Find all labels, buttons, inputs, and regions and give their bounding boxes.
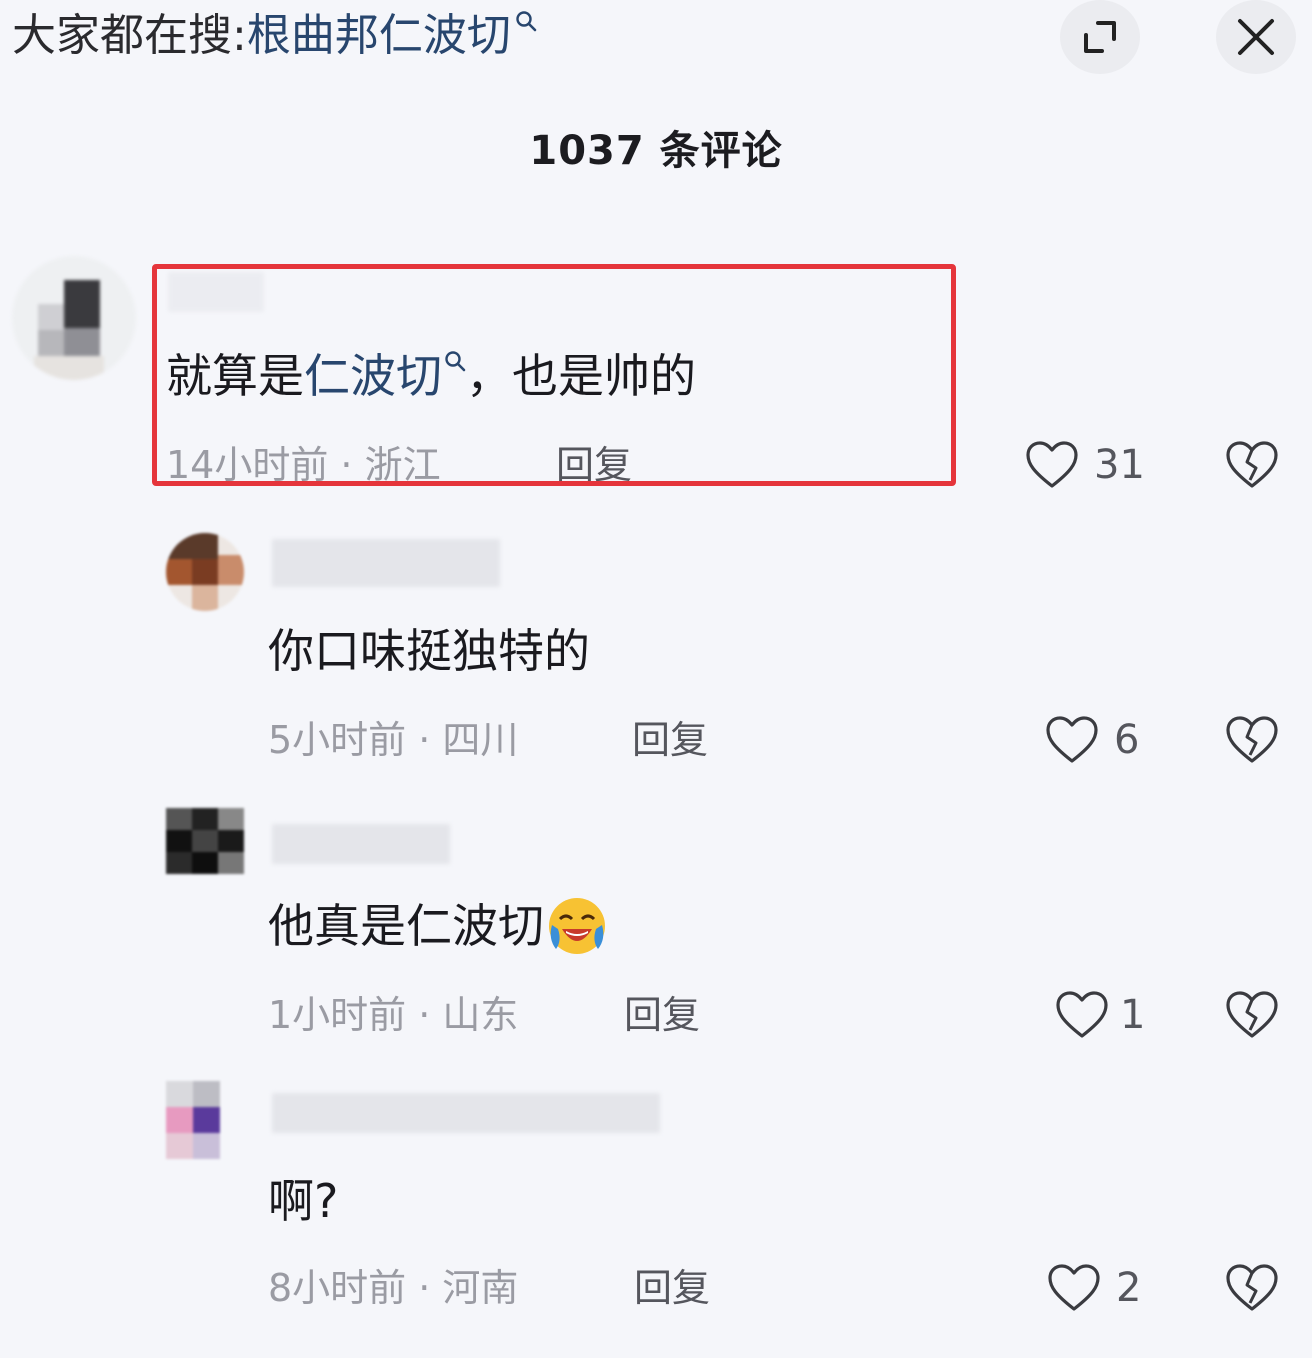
search-suggestion[interactable]: 大家都在搜:根曲邦仁波切 (12, 8, 537, 64)
expand-icon (1084, 21, 1116, 53)
top-bar: 大家都在搜:根曲邦仁波切 (0, 0, 1312, 80)
comment-meta: 1小时前 · 山东 (268, 993, 519, 1037)
comment-text: 你口味挺独特的 (268, 624, 590, 678)
laughing-crying-emoji-icon (549, 897, 605, 954)
expand-button[interactable] (1060, 0, 1140, 74)
heart-icon[interactable] (1024, 440, 1080, 490)
like-count: 6 (1114, 717, 1140, 763)
comment-text: 他真是仁波切 (268, 896, 610, 961)
heart-icon[interactable] (1054, 990, 1110, 1040)
comment-item: 他真是仁波切 1小时前 · 山东 回复 1 (0, 800, 1312, 1060)
like-count: 1 (1120, 992, 1146, 1038)
highlight-box (152, 264, 956, 486)
avatar[interactable] (166, 1081, 220, 1159)
avatar[interactable] (166, 808, 244, 874)
reply-button[interactable]: 回复 (624, 990, 700, 1040)
username[interactable] (272, 824, 450, 864)
username[interactable] (272, 539, 500, 587)
comment-item: 啊? 8小时前 · 河南 回复 2 (0, 1075, 1312, 1335)
comment-meta: 8小时前 · 河南 (268, 1266, 519, 1310)
close-button[interactable] (1216, 0, 1296, 74)
avatar[interactable] (12, 256, 136, 380)
search-icon (516, 11, 537, 32)
avatar[interactable] (166, 533, 244, 611)
comment-meta: 5小时前 · 四川 (268, 718, 519, 762)
broken-heart-icon[interactable] (1224, 715, 1280, 765)
reply-button[interactable]: 回复 (634, 1263, 710, 1313)
comment-item: 你口味挺独特的 5小时前 · 四川 回复 6 (0, 525, 1312, 785)
comment-text: 啊? (268, 1174, 339, 1228)
reply-button[interactable]: 回复 (632, 715, 708, 765)
like-count: 31 (1094, 442, 1145, 488)
broken-heart-icon[interactable] (1224, 440, 1280, 490)
broken-heart-icon[interactable] (1224, 1263, 1280, 1313)
broken-heart-icon[interactable] (1224, 990, 1280, 1040)
comment-count-title: 1037 条评论 (529, 128, 783, 174)
close-icon (1238, 19, 1274, 55)
like-count: 2 (1116, 1265, 1142, 1311)
heart-icon[interactable] (1046, 1263, 1102, 1313)
search-prefix: 大家都在搜: (12, 10, 247, 61)
heart-icon[interactable] (1044, 715, 1100, 765)
username[interactable] (272, 1093, 660, 1133)
search-keyword[interactable]: 根曲邦仁波切 (247, 10, 511, 61)
